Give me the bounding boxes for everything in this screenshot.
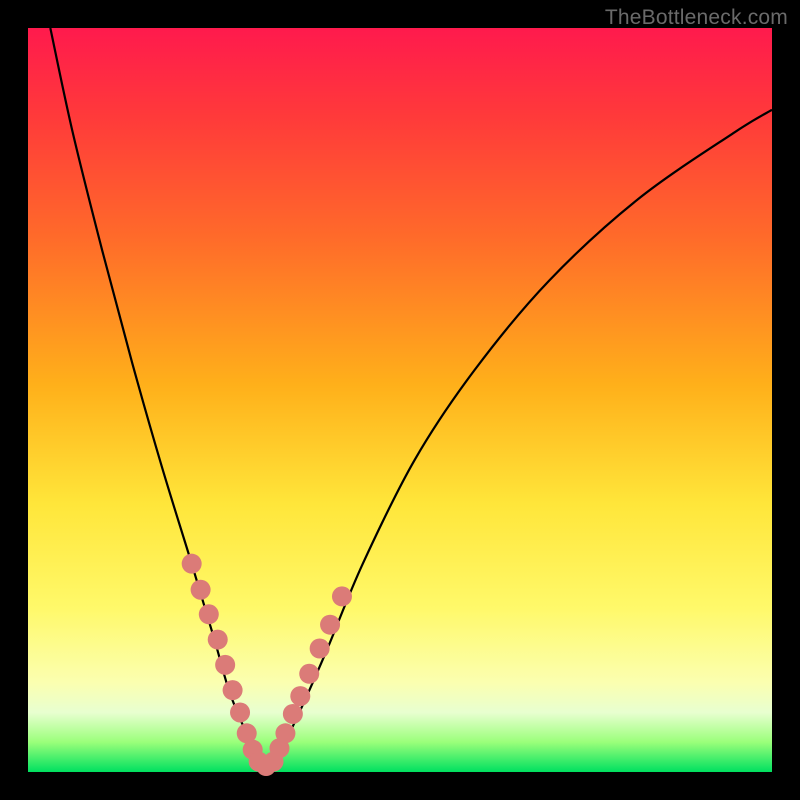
marker-group: [182, 554, 352, 776]
curve-marker: [182, 554, 202, 574]
curve-marker: [283, 704, 303, 724]
bottleneck-plot: [28, 28, 772, 772]
curve-marker: [208, 630, 228, 650]
curve-marker: [215, 655, 235, 675]
curve-marker: [332, 586, 352, 606]
curve-marker: [223, 680, 243, 700]
curve-marker: [191, 580, 211, 600]
curve-marker: [230, 702, 250, 722]
curve-marker: [275, 723, 295, 743]
curve-marker: [290, 686, 310, 706]
chart-frame: [28, 28, 772, 772]
curve-marker: [299, 664, 319, 684]
bottleneck-curve: [50, 28, 772, 766]
curve-marker: [320, 615, 340, 635]
curve-marker: [310, 638, 330, 658]
attribution-text: TheBottleneck.com: [605, 6, 788, 30]
curve-marker: [199, 604, 219, 624]
